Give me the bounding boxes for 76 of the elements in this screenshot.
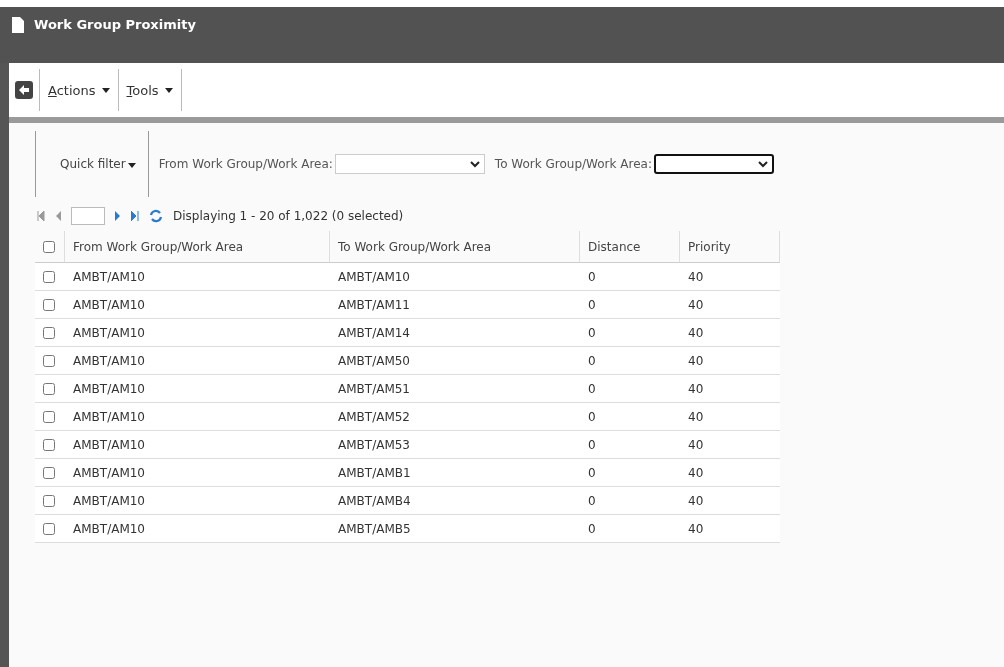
row-checkbox[interactable]	[43, 522, 55, 535]
table-cell: 40	[680, 319, 780, 347]
table-cell: 0	[580, 319, 680, 347]
table-cell: AMBT/AM10	[65, 375, 330, 403]
table-cell: AMBT/AM50	[330, 347, 580, 375]
column-header[interactable]: Priority	[680, 231, 780, 263]
table-cell: 40	[680, 431, 780, 459]
chevron-down-icon	[469, 160, 480, 168]
menu-button[interactable]: Actions	[40, 82, 118, 98]
menu-button[interactable]: Tools	[118, 82, 181, 98]
table-cell: 40	[680, 263, 780, 291]
row-checkbox[interactable]	[43, 354, 55, 367]
table-cell: 0	[580, 459, 680, 487]
table-cell: AMBT/AM10	[65, 347, 330, 375]
table-cell: AMBT/AMB1	[330, 459, 580, 487]
table-cell: 40	[680, 403, 780, 431]
column-header[interactable]: From Work Group/Work Area	[65, 231, 330, 263]
table-cell: AMBT/AM52	[330, 403, 580, 431]
first-page-icon[interactable]	[37, 211, 45, 221]
caret-icon	[127, 163, 136, 168]
caret-icon	[164, 87, 173, 93]
table-cell: 0	[580, 431, 680, 459]
row-checkbox[interactable]	[43, 438, 55, 451]
next-page-icon[interactable]	[115, 211, 121, 221]
select-all-checkbox[interactable]	[43, 240, 55, 253]
window-title: Work Group Proximity	[34, 17, 196, 33]
filter-dropdown[interactable]	[653, 154, 774, 174]
table-cell: 0	[580, 347, 680, 375]
row-checkbox[interactable]	[43, 270, 55, 283]
table-cell: 40	[680, 515, 780, 543]
table-cell: AMBT/AM10	[65, 291, 330, 319]
table-cell: 0	[580, 403, 680, 431]
row-checkbox[interactable]	[43, 494, 55, 507]
table-cell: 0	[580, 263, 680, 291]
table-cell: AMBT/AM51	[330, 375, 580, 403]
page-number-field[interactable]	[71, 207, 105, 225]
filter-label: To Work Group/Work Area:	[494, 157, 652, 171]
table-cell: AMBT/AMB5	[330, 515, 580, 543]
table-cell: 0	[580, 291, 680, 319]
table-cell: 0	[580, 375, 680, 403]
table-cell: AMBT/AM10	[65, 431, 330, 459]
table-cell: 40	[680, 347, 780, 375]
paging-status: Displaying 1 - 20 of 1,022 (0 selected)	[173, 209, 404, 223]
table-cell: AMBT/AM53	[330, 431, 580, 459]
row-checkbox[interactable]	[43, 326, 55, 339]
row-checkbox[interactable]	[43, 298, 55, 311]
refresh-icon[interactable]	[149, 209, 163, 223]
back-icon[interactable]	[15, 81, 33, 99]
table-cell: AMBT/AM10	[330, 263, 580, 291]
caret-icon	[101, 87, 110, 93]
column-header[interactable]: Distance	[580, 231, 680, 263]
table-cell: 0	[580, 515, 680, 543]
row-checkbox[interactable]	[43, 382, 55, 395]
filter-label: From Work Group/Work Area:	[158, 157, 333, 171]
table-cell: AMBT/AM10	[65, 515, 330, 543]
table-cell: AMBT/AM10	[65, 263, 330, 291]
column-header[interactable]: To Work Group/Work Area	[330, 231, 580, 263]
document-icon	[12, 17, 24, 33]
table-cell: AMBT/AMB4	[330, 487, 580, 515]
table-cell: 40	[680, 487, 780, 515]
row-checkbox[interactable]	[43, 466, 55, 479]
table-cell: AMBT/AM10	[65, 487, 330, 515]
table-cell: AMBT/AM10	[65, 459, 330, 487]
table-cell: AMBT/AM11	[330, 291, 580, 319]
last-page-icon[interactable]	[131, 211, 139, 221]
table-cell: 0	[580, 487, 680, 515]
quick-filter-button[interactable]: Quick filter	[48, 157, 148, 171]
table-cell: 40	[680, 459, 780, 487]
table-cell: AMBT/AM14	[330, 319, 580, 347]
table-cell: 40	[680, 291, 780, 319]
table-cell: AMBT/AM10	[65, 319, 330, 347]
chevron-down-icon	[757, 160, 768, 168]
row-checkbox[interactable]	[43, 410, 55, 423]
table-cell: 40	[680, 375, 780, 403]
table-cell: AMBT/AM10	[65, 403, 330, 431]
previous-page-icon[interactable]	[55, 211, 61, 221]
